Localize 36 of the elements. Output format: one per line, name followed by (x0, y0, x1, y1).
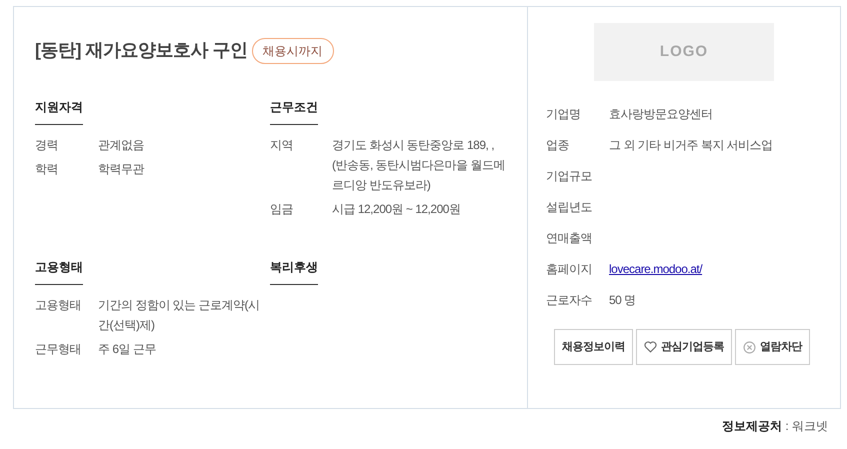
field-value: 시급 12,200원 ~ 12,200원 (332, 201, 462, 218)
action-button[interactable]: 열람차단 (735, 329, 810, 365)
section-heading: 고용형태 (35, 258, 83, 285)
field-label: 홈페이지 (546, 261, 593, 278)
field-value: 50 명 (609, 292, 636, 309)
field-label: 설립년도 (546, 199, 593, 216)
field-value: 관계없음 (98, 137, 145, 154)
field-value: 학력무관 (98, 161, 146, 178)
logo-text: LOGO (660, 42, 708, 62)
field-label: 근로자수 (546, 292, 593, 309)
action-button[interactable]: 채용정보이력 (554, 329, 633, 365)
deadline-badge: 채용시까지 (252, 38, 334, 64)
section-heading: 지원자격 (35, 98, 83, 125)
field-label: 고용형태 (35, 297, 82, 314)
action-button[interactable]: 관심기업등록 (636, 329, 732, 365)
section-heading: 복리후생 (270, 258, 318, 285)
source-note: 정보제공처 : 워크넷 (722, 418, 828, 435)
field-value: 경기도 화성시 동탄중앙로 189, , (반송동, 동탄시범다은마을 월드메르디앙 반도유보라) (332, 137, 506, 194)
job-title: [동탄] 재가요양보호사 구인 (35, 39, 248, 62)
field-value: 주 6일 근무 (98, 341, 157, 358)
field-value: 기간의 정함이 있는 근로계약(시간(선택)제) (98, 297, 260, 334)
field-label: 기업규모 (546, 168, 593, 185)
field-label: 근무형태 (35, 341, 82, 358)
field-label: 기업명 (546, 106, 582, 123)
field-label: 지역 (270, 137, 294, 154)
field-label: 학력 (35, 161, 59, 178)
field-value: 그 외 기타 비거주 복지 서비스업 (609, 137, 773, 154)
field-label: 연매출액 (546, 230, 593, 247)
homepage-link[interactable]: lovecare.modoo.at/ (609, 259, 702, 279)
heart-icon (644, 341, 657, 353)
field-label: 경력 (35, 137, 59, 154)
field-label: 업종 (546, 137, 570, 154)
close-circle-icon (743, 340, 756, 354)
field-label: 임금 (270, 201, 294, 218)
field-value: 효사랑방문요양센터 (609, 106, 712, 123)
section-heading: 근무조건 (270, 98, 318, 125)
